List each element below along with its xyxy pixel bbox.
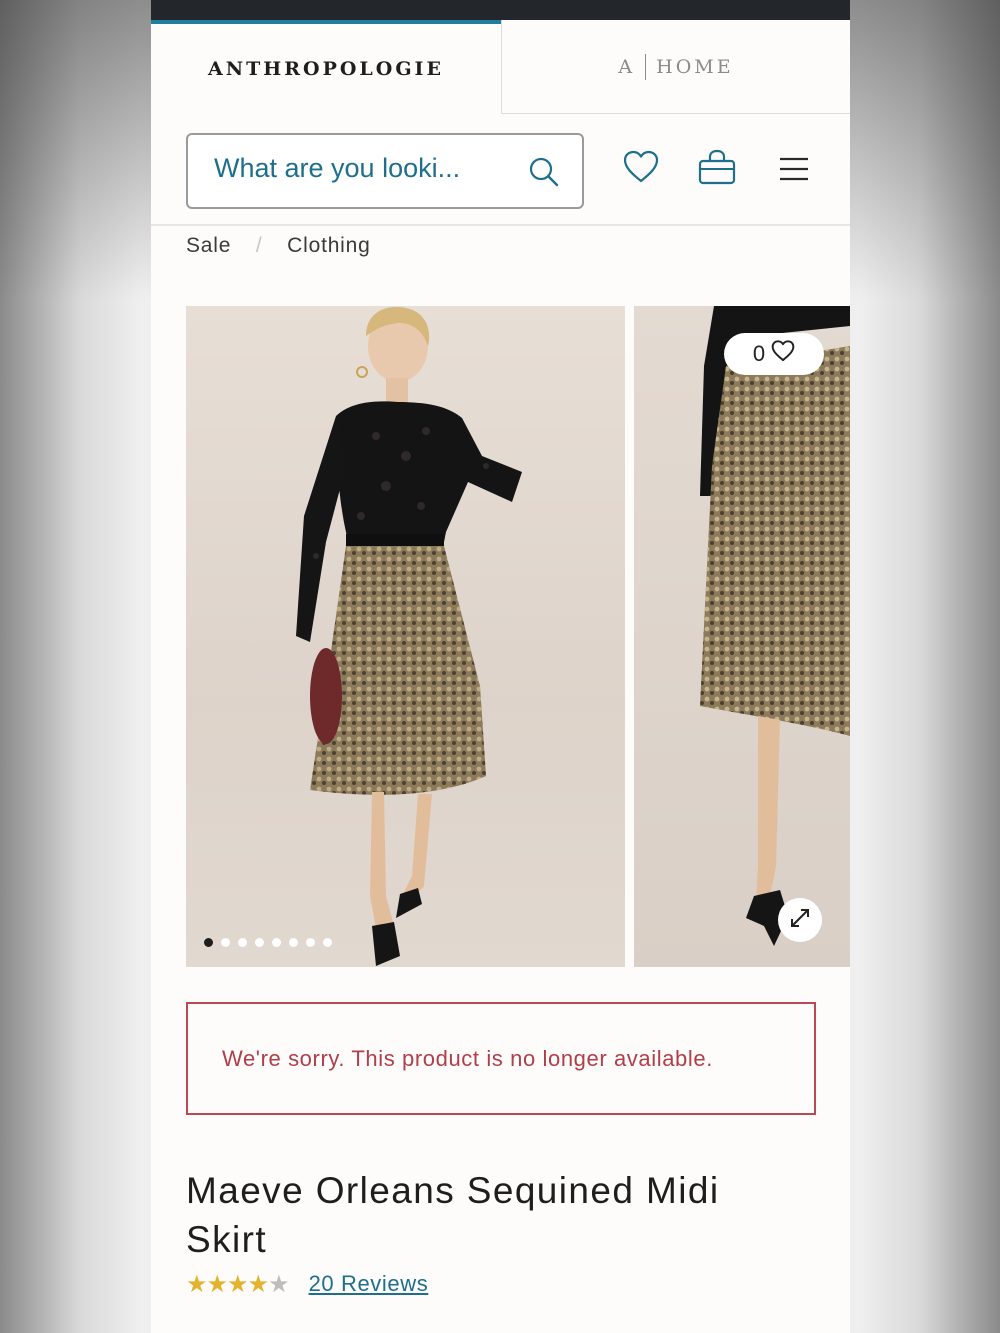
star-filled-icon: ★ (206, 1270, 228, 1298)
menu-icon[interactable] (779, 157, 809, 185)
star-empty-icon: ★ (268, 1270, 289, 1298)
product-image-main[interactable] (186, 306, 625, 967)
home-mark: A (618, 55, 636, 78)
breadcrumb-separator: / (255, 234, 263, 257)
star-filled-icon: ★ (247, 1270, 269, 1298)
carousel-dots (204, 938, 332, 947)
carousel-dot[interactable] (289, 938, 298, 947)
status-bar (151, 0, 850, 20)
carousel-dot[interactable] (306, 938, 315, 947)
star-filled-icon: ★ (227, 1270, 248, 1298)
search-icon[interactable] (528, 156, 560, 192)
product-title: Maeve Orleans Sequined Midi Skirt (186, 1170, 720, 1260)
breadcrumb: Sale / Clothing (186, 234, 371, 258)
heart-icon[interactable] (623, 150, 659, 188)
favorite-count: 0 (752, 341, 766, 366)
shopping-bag-icon[interactable] (698, 149, 736, 189)
header-bar (151, 114, 850, 226)
unavailable-message: We're sorry. This product is no longer a… (222, 1045, 713, 1071)
home-divider (645, 53, 647, 80)
carousel-dot[interactable] (323, 938, 332, 947)
breadcrumb-sale[interactable]: Sale (186, 234, 231, 257)
tab-anthropologie[interactable]: ANTHROPOLOGIE (151, 20, 501, 114)
star-filled-icon: ★ (186, 1270, 207, 1298)
carousel-dot[interactable] (238, 938, 247, 947)
tab-home[interactable]: A HOME (501, 20, 850, 114)
expand-icon (788, 906, 812, 934)
brand-logo-text: ANTHROPOLOGIE (208, 58, 444, 80)
carousel-dot[interactable] (272, 938, 281, 947)
reviews-link[interactable]: 20 Reviews (309, 1271, 429, 1297)
favorite-count-button[interactable]: 0 (724, 333, 824, 375)
carousel-dot[interactable] (204, 938, 213, 947)
carousel-dot[interactable] (221, 938, 230, 947)
search-field[interactable] (186, 133, 584, 209)
heart-icon (771, 340, 795, 368)
product-rating: ★★★★★ 20 Reviews (186, 1270, 428, 1298)
mobile-page: ANTHROPOLOGIE A HOME What are you looki.… (151, 0, 850, 1333)
search-input[interactable] (214, 153, 504, 184)
expand-image-button[interactable] (778, 898, 822, 942)
home-label: HOME (656, 55, 734, 78)
breadcrumb-clothing[interactable]: Clothing (287, 234, 370, 257)
unavailable-notice: We're sorry. This product is no longer a… (186, 1002, 816, 1115)
carousel-dot[interactable] (255, 938, 264, 947)
star-rating: ★★★★★ (186, 1270, 290, 1298)
cut-off-text (186, 1322, 306, 1333)
product-image-secondary[interactable] (634, 306, 850, 967)
